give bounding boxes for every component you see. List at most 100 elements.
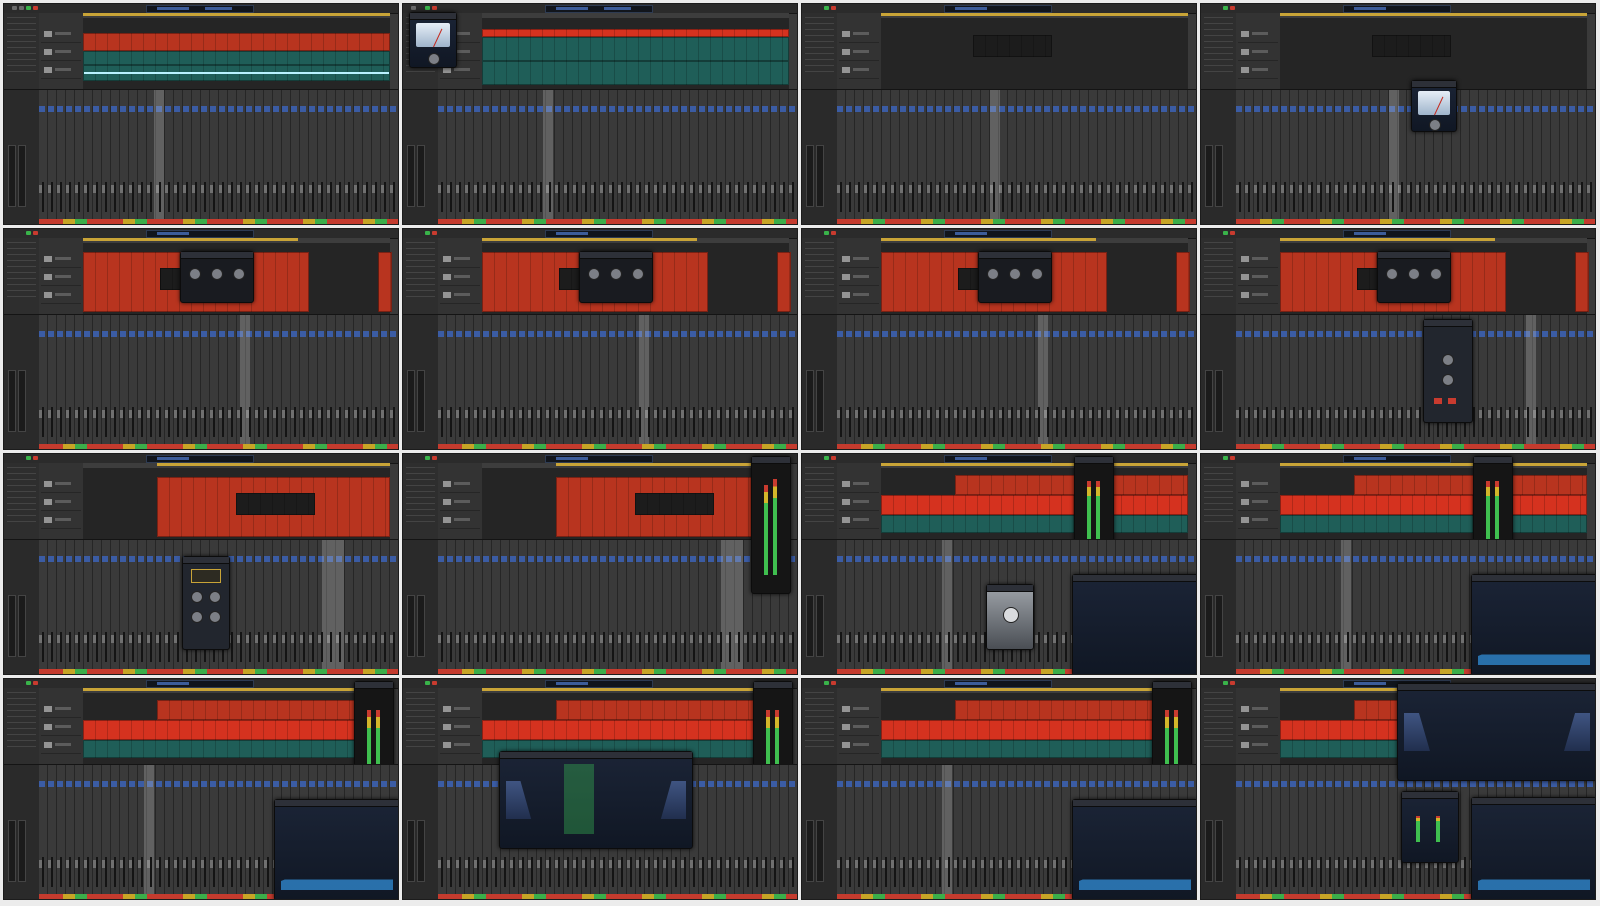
track-headers[interactable] (837, 688, 882, 764)
mixer-panel[interactable] (1201, 89, 1595, 224)
plugin-knob[interactable] (1003, 607, 1019, 623)
channel-faders[interactable] (837, 182, 1196, 212)
track-header[interactable] (839, 270, 879, 286)
tracks-area[interactable] (880, 688, 1189, 764)
record-button[interactable] (432, 6, 437, 10)
audio-region[interactable] (481, 720, 790, 740)
track-header[interactable] (41, 738, 81, 754)
plugin-title-bar[interactable] (181, 252, 253, 259)
eq-curve[interactable] (1404, 712, 1590, 752)
channel-faders[interactable] (438, 182, 797, 212)
plugin-knob[interactable] (1430, 268, 1442, 280)
track-headers[interactable] (1236, 688, 1281, 764)
plugin-title-bar[interactable] (752, 457, 790, 464)
track-header[interactable] (440, 738, 480, 754)
empty-region[interactable] (972, 35, 1052, 57)
record-button[interactable] (432, 456, 437, 460)
audio-region[interactable] (880, 495, 1189, 515)
track-header[interactable] (1238, 27, 1278, 43)
plugin-knob[interactable] (191, 611, 203, 623)
track-header[interactable] (1238, 513, 1278, 529)
plugin-knob[interactable] (1031, 268, 1043, 280)
plugin-knob[interactable] (1442, 354, 1454, 366)
empty-region[interactable] (236, 493, 316, 515)
frame-thumbnail[interactable] (801, 453, 1197, 675)
play-button[interactable] (26, 681, 31, 685)
track-header[interactable] (839, 45, 879, 61)
audio-region[interactable] (880, 740, 1189, 758)
track-header[interactable] (41, 702, 81, 718)
plugin-title-bar[interactable] (1472, 575, 1595, 582)
plugin-title-bar[interactable] (754, 682, 792, 689)
mixer-panel[interactable] (802, 314, 1196, 449)
channel-faders[interactable] (39, 182, 398, 212)
record-button[interactable] (1230, 6, 1235, 10)
ruler[interactable] (82, 463, 391, 468)
ruler[interactable] (1279, 463, 1588, 468)
plugin-title-bar[interactable] (410, 13, 456, 20)
plugin-title-bar[interactable] (1412, 81, 1456, 88)
plugin-window[interactable] (978, 251, 1052, 303)
plugin-window[interactable] (1411, 80, 1457, 132)
track-header[interactable] (1238, 270, 1278, 286)
ruler[interactable] (82, 13, 391, 18)
plugin-knob[interactable] (610, 268, 622, 280)
plugin-window[interactable] (1377, 251, 1451, 303)
track-headers[interactable] (1236, 463, 1281, 539)
plugin-knob[interactable] (191, 591, 203, 603)
plugin-window[interactable] (1072, 799, 1196, 899)
track-header[interactable] (440, 270, 480, 286)
frame-thumbnail[interactable] (801, 678, 1197, 900)
play-button[interactable] (1223, 456, 1228, 460)
record-button[interactable] (33, 231, 38, 235)
plugin-knob[interactable] (233, 268, 245, 280)
plugin-knob[interactable] (189, 268, 201, 280)
plugin-title-bar[interactable] (987, 585, 1033, 592)
play-button[interactable] (425, 456, 430, 460)
ruler[interactable] (880, 238, 1189, 243)
track-header[interactable] (41, 270, 81, 286)
plugin-button[interactable] (1448, 398, 1456, 404)
tracks-area[interactable] (82, 13, 391, 89)
frame-thumbnail[interactable] (801, 228, 1197, 450)
plugin-title-bar[interactable] (275, 800, 398, 807)
plugin-window[interactable] (180, 251, 254, 303)
track-headers[interactable] (837, 13, 882, 89)
play-button[interactable] (1223, 681, 1228, 685)
track-header[interactable] (41, 252, 81, 268)
play-button[interactable] (824, 6, 829, 10)
audio-region[interactable] (776, 252, 792, 312)
track-header[interactable] (839, 495, 879, 511)
track-header[interactable] (440, 513, 480, 529)
ruler[interactable] (82, 688, 391, 693)
track-header[interactable] (1238, 477, 1278, 493)
audio-region[interactable] (82, 33, 391, 51)
audio-region[interactable] (1279, 515, 1588, 533)
track-header[interactable] (440, 720, 480, 736)
tracks-area[interactable] (1279, 13, 1588, 89)
play-button[interactable] (26, 231, 31, 235)
plugin-window[interactable] (499, 751, 693, 849)
track-headers[interactable] (837, 463, 882, 539)
frame-thumbnail[interactable] (402, 3, 798, 225)
plugin-button[interactable] (1434, 398, 1442, 404)
track-header[interactable] (41, 288, 81, 304)
audio-region[interactable] (82, 720, 391, 740)
plugin-title-bar[interactable] (355, 682, 393, 689)
plugin-title-bar[interactable] (1073, 575, 1196, 582)
tracks-area[interactable] (1279, 463, 1588, 539)
plugin-title-bar[interactable] (580, 252, 652, 259)
transport-button[interactable] (12, 6, 17, 10)
track-header[interactable] (41, 477, 81, 493)
track-header[interactable] (1238, 63, 1278, 79)
track-headers[interactable] (1236, 13, 1281, 89)
record-button[interactable] (831, 456, 836, 460)
track-header[interactable] (440, 702, 480, 718)
frame-thumbnail[interactable] (1200, 228, 1596, 450)
channel-faders[interactable] (1236, 182, 1595, 212)
plugin-window[interactable] (1471, 574, 1595, 674)
track-header[interactable] (839, 27, 879, 43)
record-button[interactable] (33, 456, 38, 460)
plugin-knob[interactable] (1429, 119, 1441, 131)
track-header[interactable] (839, 63, 879, 79)
